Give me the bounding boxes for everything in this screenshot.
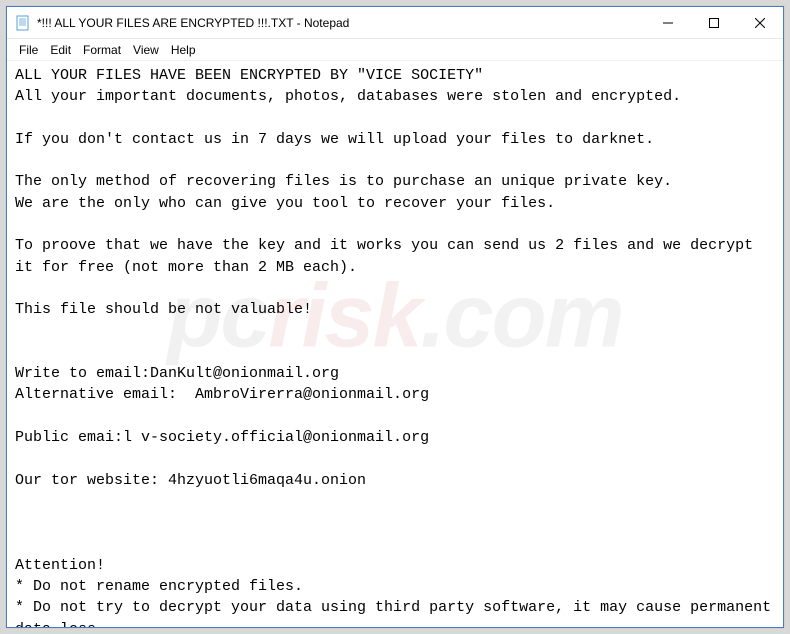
menu-edit[interactable]: Edit: [44, 41, 77, 59]
menu-format[interactable]: Format: [77, 41, 127, 59]
text-content[interactable]: ALL YOUR FILES HAVE BEEN ENCRYPTED BY "V…: [7, 61, 783, 627]
close-button[interactable]: [737, 7, 783, 38]
menu-help[interactable]: Help: [165, 41, 202, 59]
notepad-icon: [15, 15, 31, 31]
notepad-window: *!!! ALL YOUR FILES ARE ENCRYPTED !!!.TX…: [6, 6, 784, 628]
menu-file[interactable]: File: [13, 41, 44, 59]
window-controls: [645, 7, 783, 38]
window-title: *!!! ALL YOUR FILES ARE ENCRYPTED !!!.TX…: [37, 16, 645, 30]
minimize-button[interactable]: [645, 7, 691, 38]
menu-view[interactable]: View: [127, 41, 165, 59]
menubar: File Edit Format View Help: [7, 39, 783, 61]
titlebar[interactable]: *!!! ALL YOUR FILES ARE ENCRYPTED !!!.TX…: [7, 7, 783, 39]
maximize-button[interactable]: [691, 7, 737, 38]
